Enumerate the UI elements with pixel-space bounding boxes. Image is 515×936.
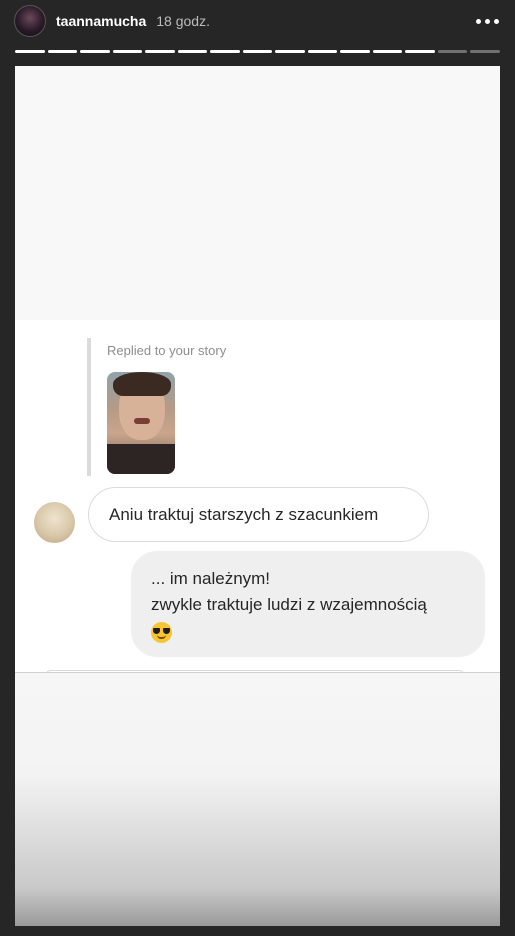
post-time: 18 godz. bbox=[156, 13, 210, 29]
outgoing-message: ... im należnym! zwykle traktuje ludzi z… bbox=[131, 551, 485, 657]
progress-segment bbox=[80, 50, 110, 53]
outgoing-line-1: ... im należnym! bbox=[151, 569, 271, 588]
incoming-message: Aniu traktuj starszych z szacunkiem bbox=[88, 487, 429, 542]
progress-segment bbox=[47, 50, 78, 53]
sunglasses-emoji-icon bbox=[151, 621, 172, 643]
screenshot-blank-area-bottom bbox=[15, 673, 500, 926]
story-reply-quote: Replied to your story bbox=[87, 338, 226, 476]
screenshot-blank-area bbox=[15, 66, 500, 320]
sender-avatar bbox=[34, 502, 75, 543]
progress-segment bbox=[275, 50, 305, 53]
progress-segment bbox=[210, 50, 240, 53]
profile-avatar[interactable] bbox=[14, 5, 46, 37]
progress-segment bbox=[112, 50, 143, 53]
progress-segment bbox=[145, 50, 175, 53]
outgoing-line-2: zwykle traktuje ludzi z wzajemnością bbox=[151, 595, 427, 614]
username[interactable]: taannamucha bbox=[56, 13, 146, 29]
progress-segment bbox=[242, 50, 273, 53]
story-content[interactable]: Replied to your story Aniu traktuj stars… bbox=[15, 66, 500, 926]
progress-segment bbox=[15, 50, 45, 53]
reply-label: Replied to your story bbox=[107, 343, 227, 358]
more-dots-icon[interactable] bbox=[474, 13, 501, 30]
progress-segment bbox=[177, 50, 208, 53]
progress-segment bbox=[307, 50, 338, 53]
progress-segment bbox=[340, 50, 370, 53]
incoming-message-text: Aniu traktuj starszych z szacunkiem bbox=[109, 504, 379, 524]
story-thumbnail[interactable] bbox=[107, 372, 175, 474]
progress-segment bbox=[470, 50, 500, 53]
progress-segment bbox=[372, 50, 403, 53]
progress-segment bbox=[405, 50, 435, 53]
story-progress-bar bbox=[15, 50, 500, 53]
story-header: taannamucha 18 godz. bbox=[14, 2, 501, 40]
progress-segment bbox=[437, 50, 468, 53]
